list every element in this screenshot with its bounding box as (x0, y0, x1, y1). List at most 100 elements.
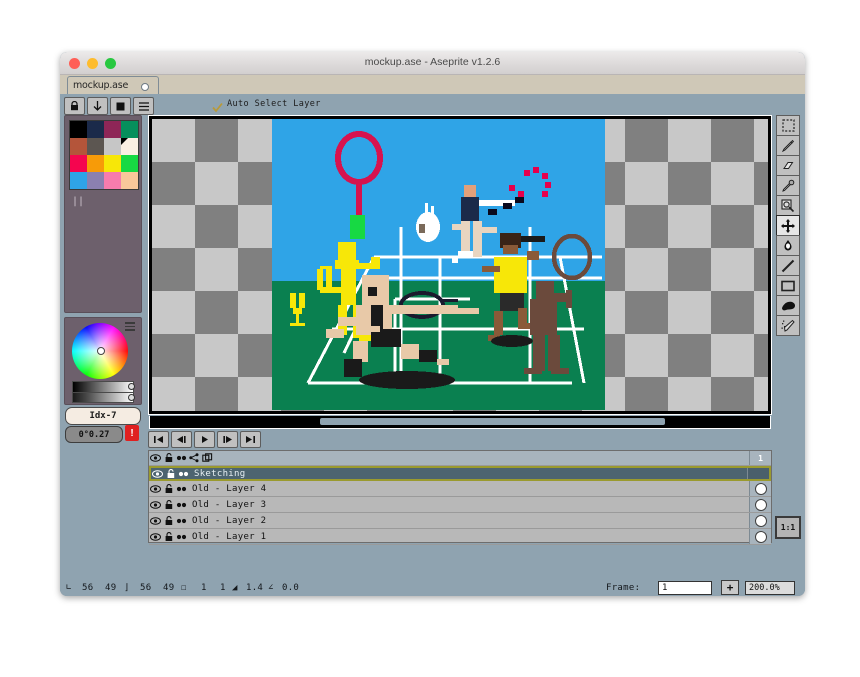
document-tab-mockup[interactable]: mockup.ase (67, 76, 159, 94)
layer-row-old-layer-3[interactable]: Old - Layer 3 (149, 497, 771, 513)
eyedropper-icon[interactable] (776, 175, 800, 196)
layer-cel[interactable] (749, 513, 771, 528)
palette-swatch[interactable] (70, 172, 87, 189)
alpha-slider[interactable] (72, 392, 134, 403)
color-picker-panel (64, 317, 142, 405)
selected-swatch-marker (121, 138, 128, 145)
layer-row-old-layer-1[interactable]: Old - Layer 1 (149, 529, 771, 545)
eraser-icon[interactable] (776, 155, 800, 176)
palette-swatch[interactable] (87, 121, 104, 138)
link-dots-icon[interactable] (175, 502, 188, 508)
keyframe-dot-icon (754, 482, 767, 495)
value-slider-handle[interactable] (128, 383, 135, 390)
lock-icon[interactable] (64, 97, 85, 115)
zoom-reset-button[interactable]: 1:1 (775, 516, 801, 539)
palette-swatch[interactable] (121, 121, 138, 138)
menu-icon[interactable] (133, 97, 154, 115)
lock-icon[interactable] (162, 515, 175, 526)
palette-swatch[interactable] (70, 138, 87, 155)
lock-icon[interactable] (162, 531, 175, 542)
frame-input[interactable]: 1 (658, 581, 712, 595)
go-to-first-frame-button[interactable] (148, 431, 169, 448)
alpha-slider-handle[interactable] (128, 394, 135, 401)
previous-frame-button[interactable] (171, 431, 192, 448)
color-picker-options-icon[interactable] (125, 322, 135, 331)
angle-readout-button[interactable]: 0°0.27 (65, 426, 123, 443)
palette-swatch[interactable] (104, 172, 121, 189)
rectangle-icon[interactable] (776, 275, 800, 296)
add-frame-button[interactable]: + (721, 580, 739, 595)
selection-size-icon: ⌋ (124, 583, 130, 593)
zoom-level-value: 200.0% (749, 583, 780, 593)
eye-icon[interactable] (149, 484, 162, 493)
palette-swatch[interactable] (70, 121, 87, 138)
layer-cel[interactable] (749, 481, 771, 496)
palette-swatch[interactable] (87, 172, 104, 189)
palette-resize-handle[interactable]: || (72, 196, 84, 207)
layer-cel[interactable] (747, 468, 769, 479)
rectangular-marquee-icon[interactable] (776, 115, 800, 136)
auto-select-layer-label: Auto Select Layer (227, 98, 321, 109)
link-dots-icon[interactable] (175, 455, 188, 461)
go-to-last-frame-button[interactable] (240, 431, 261, 448)
color-wheel-cursor[interactable] (97, 347, 105, 355)
line-icon[interactable] (776, 255, 800, 276)
palette-swatch[interactable] (104, 155, 121, 172)
play-button[interactable] (194, 431, 215, 448)
palette-index-button[interactable]: Idx-7 (65, 407, 141, 425)
pencil-icon[interactable] (776, 135, 800, 156)
palette-swatch-selected[interactable] (121, 138, 138, 155)
grid-y-value: 1 (220, 583, 226, 593)
link-dots-icon[interactable] (175, 486, 188, 492)
lock-icon[interactable] (164, 468, 177, 479)
zoom-icon[interactable] (776, 195, 800, 216)
lock-icon[interactable] (162, 499, 175, 510)
artwork-canvas[interactable] (272, 119, 605, 410)
link-dots-icon[interactable] (175, 534, 188, 540)
link-dots-icon[interactable] (175, 518, 188, 524)
palette-swatch[interactable] (104, 121, 121, 138)
palette-swatch[interactable] (121, 172, 138, 189)
layer-row-old-layer-2[interactable]: Old - Layer 2 (149, 513, 771, 529)
eye-icon[interactable] (149, 500, 162, 509)
link-dots-icon[interactable] (177, 471, 190, 477)
duplicate-icon[interactable] (201, 453, 214, 463)
layer-cel[interactable] (749, 529, 771, 544)
window-title: mockup.ase - Aseprite v1.2.6 (364, 56, 501, 68)
layer-row-sketching[interactable]: Sketching (149, 466, 771, 481)
frame-column-header[interactable]: 1 (749, 451, 771, 465)
group-icon[interactable] (188, 453, 201, 463)
canvas-viewport[interactable] (148, 115, 772, 415)
eye-icon[interactable] (151, 469, 164, 478)
layer-cel[interactable] (749, 497, 771, 512)
eye-icon[interactable] (149, 516, 162, 525)
checkmark-icon (212, 98, 223, 113)
palette-swatch[interactable] (121, 155, 138, 172)
unlock-icon[interactable] (162, 453, 175, 463)
zoom-level-input[interactable]: 200.0% (745, 581, 795, 595)
move-icon[interactable] (776, 215, 800, 236)
auto-select-layer-checkbox[interactable]: Auto Select Layer (212, 98, 321, 113)
next-frame-button[interactable] (217, 431, 238, 448)
warning-badge[interactable]: ! (125, 425, 139, 441)
canvas-scrollbar-thumb[interactable] (320, 418, 665, 425)
lock-icon[interactable] (162, 483, 175, 494)
angle-readout-label: 0°0.27 (78, 429, 110, 440)
fill-square-icon[interactable] (110, 97, 131, 115)
move-down-icon[interactable] (87, 97, 108, 115)
palette-swatch[interactable] (87, 138, 104, 155)
paint-bucket-icon[interactable] (776, 235, 800, 256)
eye-icon[interactable] (149, 454, 162, 462)
palette-panel: || (64, 115, 142, 313)
eye-icon[interactable] (149, 532, 162, 541)
spray-icon[interactable] (776, 315, 800, 336)
palette-swatch[interactable] (87, 155, 104, 172)
blur-smudge-icon[interactable] (776, 295, 800, 316)
palette-index-label: Idx-7 (89, 411, 117, 421)
palette-swatch[interactable] (70, 155, 87, 172)
brush-size-value: 1.4 (246, 583, 264, 593)
color-palette-grid[interactable] (69, 120, 139, 190)
layer-row-old-layer-4[interactable]: Old - Layer 4 (149, 481, 771, 497)
canvas-horizontal-scrollbar[interactable] (149, 416, 771, 429)
palette-swatch[interactable] (104, 138, 121, 155)
